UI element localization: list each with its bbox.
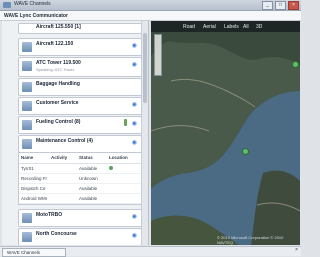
channel-icon	[22, 213, 32, 223]
channel-card-maintenance-control[interactable]: Maintenance Control (4) ◉	[18, 135, 142, 153]
cell-status: Available	[79, 186, 98, 191]
window-title: WAVE Channels	[14, 1, 51, 7]
column-header: Name	[21, 155, 34, 160]
aerial-map-image	[151, 21, 300, 245]
column-header: Status	[79, 155, 93, 160]
channel-icon	[22, 101, 32, 111]
map-aerial-button[interactable]: Aerial	[203, 24, 216, 30]
channel-icon	[22, 42, 32, 52]
channel-label: North Concourse	[36, 231, 77, 237]
speaker-icon[interactable]: ◉	[132, 139, 137, 146]
window-titlebar: WAVE Channels _ □ ×	[0, 0, 301, 11]
channel-icon	[22, 120, 32, 130]
speaker-icon[interactable]: ◉	[132, 101, 137, 108]
channel-label: Aircraft 122.150	[36, 41, 74, 47]
map-3d-button[interactable]: 3D	[256, 24, 262, 30]
map-zoom-control[interactable]	[154, 34, 162, 76]
speaker-icon[interactable]: ◉	[132, 232, 137, 239]
location-pin-icon[interactable]	[292, 61, 299, 68]
table-row[interactable]: Dispatch Ce Available	[19, 184, 141, 194]
map-labels-button[interactable]: Labels	[224, 24, 239, 30]
channel-card-aircraft-125[interactable]: Aircraft 125.550 [1]	[18, 23, 142, 34]
map-toolbar: Road Aerial Labels All 3D	[151, 21, 300, 32]
cell-status: Unknown	[79, 176, 98, 181]
channel-card-baggage-handling[interactable]: Baggage Handling	[18, 78, 142, 96]
channel-card-fueling-control[interactable]: Fueling Control (8) ◉	[18, 116, 142, 134]
speaker-icon[interactable]: ◉	[132, 213, 137, 220]
table-row[interactable]: Android WMI Available	[19, 194, 141, 204]
map-road-button[interactable]: Road	[183, 24, 195, 30]
channel-label: Baggage Handling	[36, 81, 80, 87]
cell-name: Tyrr01	[21, 166, 34, 171]
table-header: Name Activity Status Location	[19, 153, 141, 164]
map-view[interactable]: Road Aerial Labels All 3D © 2010 Microso…	[151, 21, 300, 245]
map-copyright: © 2010 Microsoft Corporation © 2010 NAVT…	[217, 235, 284, 245]
app-icon	[3, 2, 11, 8]
cell-name: Android WMI	[21, 196, 48, 201]
location-pin-icon	[109, 166, 141, 171]
channel-label: Fueling Control (8)	[36, 119, 81, 125]
channel-list-scrollbar[interactable]	[141, 21, 148, 245]
channel-label: MotoTRBO	[36, 212, 63, 218]
maximize-button[interactable]: □	[275, 1, 286, 10]
channel-label: ATC Tower 119.500	[36, 60, 81, 66]
channel-icon	[22, 61, 32, 71]
speaker-icon[interactable]: ◉	[132, 61, 137, 68]
speaker-icon[interactable]: ◉	[132, 120, 137, 127]
channel-icon	[22, 82, 32, 92]
cell-status: Available	[79, 196, 98, 201]
app-title: WAVE Lync Communicator	[4, 13, 68, 19]
tab-wave-channels[interactable]: WAVE Channels	[2, 248, 66, 257]
speaker-icon[interactable]: ◉	[132, 42, 137, 49]
channel-card-atc-tower[interactable]: ATC Tower 119.500 Speaking: ATC Tower ◉	[18, 57, 142, 77]
cell-name: Recording Fr	[21, 176, 48, 181]
cell-status: Available	[79, 166, 98, 171]
status-indicator	[124, 119, 127, 126]
channel-card-customer-service[interactable]: Customer Service ◉	[18, 97, 142, 115]
channel-card-north-concourse[interactable]: North Concourse ◉	[18, 228, 142, 245]
table-row[interactable]: Recording Fr Unknown	[19, 174, 141, 184]
channel-label: Aircraft 125.550 [1]	[36, 24, 81, 30]
participants-table: Name Activity Status Location Tyrr01 Ava…	[18, 152, 142, 205]
table-row[interactable]: Tyrr01 Available	[19, 164, 141, 174]
app-header: WAVE Lync Communicator	[0, 11, 301, 21]
close-button[interactable]: ×	[288, 1, 299, 10]
channel-status: Speaking: ATC Tower	[36, 67, 75, 72]
cell-name: Dispatch Ce	[21, 186, 46, 191]
channel-label: Customer Service	[36, 100, 79, 106]
window-controls: _ □ ×	[262, 1, 299, 10]
channel-list-panel: Aircraft 125.550 [1] Aircraft 122.150 ◉ …	[2, 21, 149, 245]
location-pin-icon[interactable]	[242, 148, 249, 155]
channel-label: Maintenance Control (4)	[36, 138, 93, 144]
map-all-button[interactable]: All	[243, 24, 249, 30]
close-tab-button[interactable]: ×	[295, 247, 298, 253]
channel-icon	[22, 232, 32, 242]
scrollbar-thumb[interactable]	[143, 33, 147, 103]
column-header: Location	[109, 155, 128, 160]
channel-card-mototrbo[interactable]: MotoTRBO ◉	[18, 209, 142, 227]
column-header: Activity	[51, 155, 68, 160]
minimize-button[interactable]: _	[262, 1, 273, 10]
channel-icon	[22, 139, 32, 149]
channel-card-aircraft-122[interactable]: Aircraft 122.150 ◉	[18, 38, 142, 56]
